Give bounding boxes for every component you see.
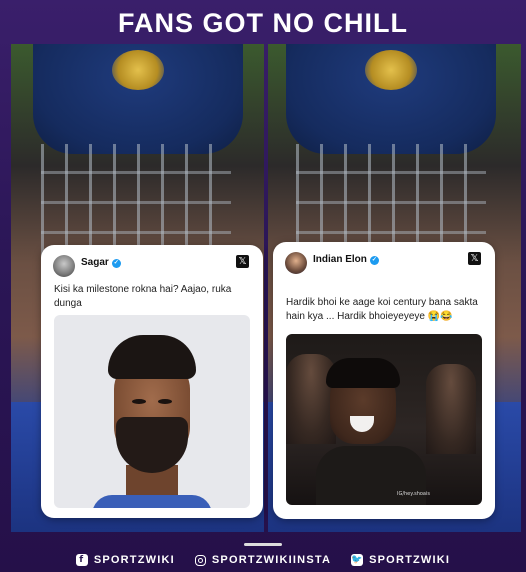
media-watermark: IG/hey.shoais — [396, 491, 430, 497]
twitter-icon: 🐦 — [351, 554, 364, 566]
footer-instagram[interactable]: SPORTZWIKIINSTA — [194, 551, 332, 569]
post-frame: FANS GOT NO CHILL Sagar ✓ 𝕏 Kisi ka miles… — [0, 0, 526, 572]
footer-label: SPORTZWIKIINSTA — [211, 554, 332, 566]
team-crest-icon — [112, 50, 164, 90]
crowd-person — [426, 364, 476, 454]
username-text: Sagar — [81, 257, 109, 268]
tweet-media-image[interactable]: IG/hey.shoais — [286, 334, 482, 505]
x-logo-icon[interactable]: 𝕏 — [236, 255, 249, 268]
tweet-text: Hardik bhoi ke aage koi century bana sak… — [286, 297, 478, 322]
footer-twitter[interactable]: 🐦 SPORTZWIKI — [351, 551, 450, 569]
username-text: Indian Elon — [313, 254, 367, 265]
tweet-media-image[interactable] — [54, 315, 250, 508]
avatar[interactable] — [53, 255, 75, 277]
laughing-man — [316, 358, 426, 505]
verified-badge-icon: ✓ — [111, 259, 121, 268]
helmet-image — [286, 44, 496, 154]
instagram-icon — [194, 554, 206, 566]
facebook-icon: f — [75, 554, 88, 566]
divider — [244, 543, 282, 546]
tweet-username[interactable]: Sagar ✓ — [81, 257, 121, 268]
footer-label: SPORTZWIKI — [93, 554, 175, 566]
tweet-card-indian-elon[interactable]: Indian Elon ✓ 𝕏 Hardik bhoi ke aage koi c… — [273, 242, 495, 519]
portrait-face — [92, 335, 212, 508]
footer-facebook[interactable]: f SPORTZWIKI — [75, 551, 175, 569]
social-footer: f SPORTZWIKI SPORTZWIKIINSTA 🐦 SPORTZWIK… — [0, 551, 526, 569]
tweet-username[interactable]: Indian Elon ✓ — [313, 254, 379, 265]
footer-label: SPORTZWIKI — [369, 554, 451, 566]
team-crest-icon — [365, 50, 417, 90]
tweet-card-sagar[interactable]: Sagar ✓ 𝕏 Kisi ka milestone rokna hai? Aa… — [41, 245, 263, 518]
helmet-image — [33, 44, 243, 154]
page-title: FANS GOT NO CHILL — [118, 8, 408, 38]
verified-badge-icon: ✓ — [369, 256, 379, 265]
avatar[interactable] — [285, 252, 307, 274]
tweet-text: Kisi ka milestone rokna hai? Aajao, ruka… — [54, 284, 232, 309]
x-logo-icon[interactable]: 𝕏 — [468, 252, 481, 265]
